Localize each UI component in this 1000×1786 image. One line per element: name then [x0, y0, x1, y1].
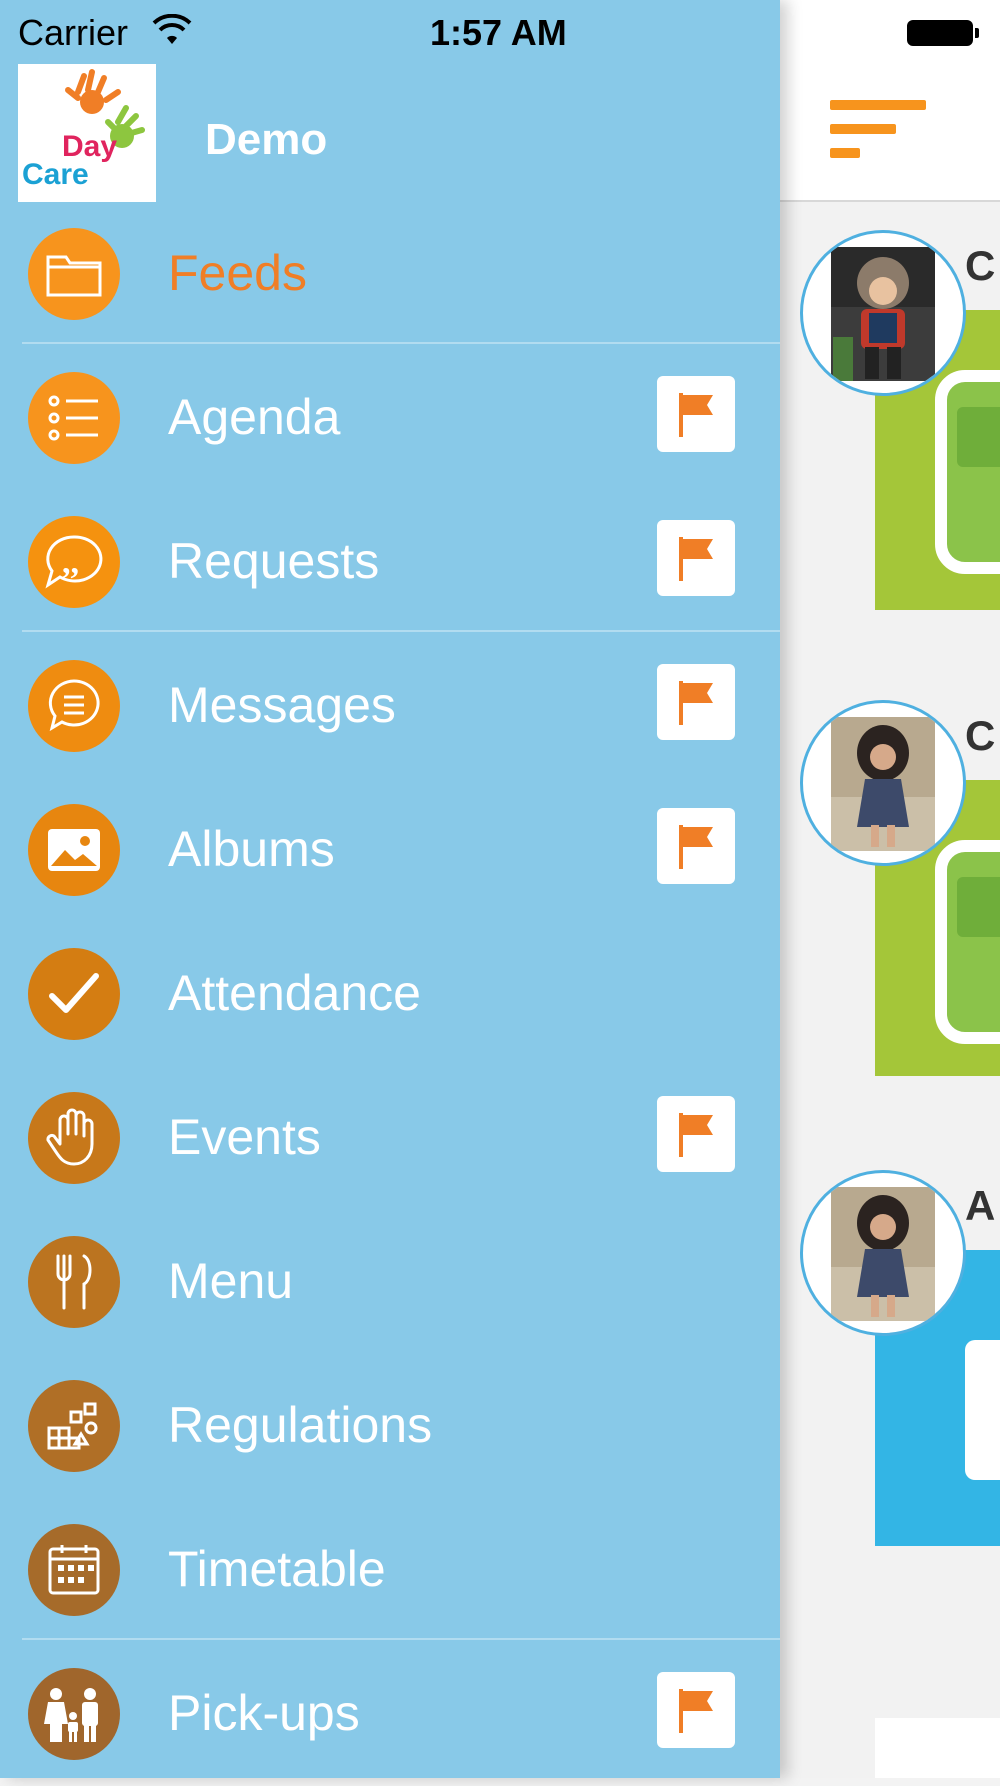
menu-item-label: Attendance — [168, 965, 421, 1021]
menu-item-pick-ups[interactable]: Pick-ups — [0, 1642, 780, 1786]
menu-item-timetable[interactable]: Timetable — [0, 1498, 780, 1642]
menu-item-label: Regulations — [168, 1397, 433, 1453]
menu-item-feeds[interactable]: Feeds — [0, 202, 780, 346]
folder-icon — [28, 228, 120, 320]
menu-item-messages[interactable]: Messages — [0, 634, 780, 778]
quote-bubble-icon: ,, — [28, 516, 120, 608]
status-time: 1:57 AM — [430, 12, 567, 53]
menu-item-label: Menu — [168, 1253, 294, 1309]
calendar-icon — [28, 1524, 120, 1616]
wifi-icon — [152, 14, 192, 44]
carrier-label: Carrier — [18, 12, 129, 53]
menu-item-regulations[interactable]: Regulations — [0, 1354, 780, 1498]
flag-icon[interactable] — [657, 664, 735, 740]
feed-card[interactable]: C — [780, 230, 1000, 610]
daycare-logo: Day Care — [18, 64, 156, 202]
blocks-icon — [28, 1380, 120, 1472]
card-title: C — [965, 242, 996, 289]
card-title: C — [965, 712, 996, 759]
menu-item-label: Messages — [168, 677, 396, 733]
photo-icon — [28, 804, 120, 896]
menu-item-label: Requests — [168, 533, 380, 589]
menu-item-events[interactable]: Events — [0, 1066, 780, 1210]
menu-item-label: Events — [168, 1109, 321, 1165]
menu-item-albums[interactable]: Albums — [0, 778, 780, 922]
menu-divider — [22, 630, 780, 632]
menu-item-label: Albums — [168, 821, 335, 877]
flag-icon[interactable] — [657, 1672, 735, 1748]
menu-item-label: Feeds — [168, 245, 307, 301]
flag-icon[interactable] — [657, 376, 735, 452]
menu-item-label: Agenda — [168, 389, 341, 445]
status-bar: Carrier 1:57 AM — [0, 0, 1000, 64]
app-name: Demo — [205, 115, 328, 164]
menu-item-attendance[interactable]: Attendance — [0, 922, 780, 1066]
main-feed-screen: C C A — [780, 0, 1000, 1778]
side-drawer: Day Care Demo Feeds Agenda ,, Requests M… — [0, 0, 780, 1778]
menu-item-menu[interactable]: Menu — [0, 1210, 780, 1354]
filter-menu-icon[interactable] — [830, 100, 930, 162]
feed-card-partial[interactable] — [875, 1718, 1000, 1778]
child-avatar[interactable] — [800, 230, 966, 396]
flag-icon[interactable] — [657, 808, 735, 884]
child-avatar[interactable] — [800, 700, 966, 866]
message-icon — [28, 660, 120, 752]
menu-item-label: Timetable — [168, 1541, 386, 1597]
feed-card[interactable]: C — [780, 700, 1000, 1080]
menu-item-agenda[interactable]: Agenda — [0, 346, 780, 490]
flag-icon[interactable] — [657, 1096, 735, 1172]
flag-icon[interactable] — [657, 520, 735, 596]
menu-divider — [22, 1638, 780, 1640]
list-icon — [28, 372, 120, 464]
logo-text-care: Care — [22, 158, 89, 191]
family-icon — [28, 1668, 120, 1760]
checkmark-icon — [28, 948, 120, 1040]
menu-divider — [22, 342, 780, 344]
svg-text:,,: ,, — [62, 544, 79, 581]
feed-card[interactable]: A — [780, 1170, 1000, 1550]
menu-item-requests[interactable]: ,, Requests — [0, 490, 780, 634]
menu-item-label: Pick-ups — [168, 1685, 360, 1741]
child-avatar[interactable] — [800, 1170, 966, 1336]
hand-icon — [28, 1092, 120, 1184]
card-title: A — [965, 1182, 996, 1229]
cutlery-icon — [28, 1236, 120, 1328]
